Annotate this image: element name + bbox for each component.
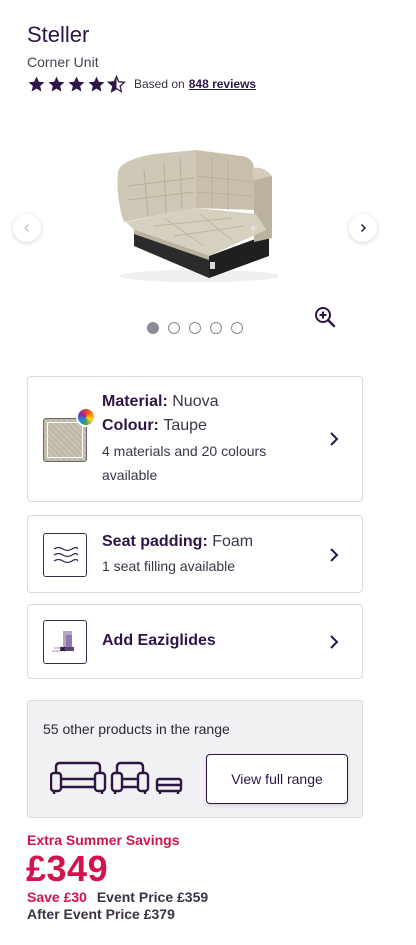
- product-title: Steller: [27, 22, 90, 47]
- star-icon: [28, 76, 45, 92]
- colour-value: Taupe: [163, 417, 207, 434]
- rating-prefix: Based on: [134, 77, 185, 91]
- material-note-line2: available: [102, 467, 158, 483]
- carousel-dot[interactable]: [168, 322, 180, 334]
- padding-label: Seat padding:: [102, 533, 208, 550]
- eaziglides-option[interactable]: Add Eaziglides: [27, 604, 363, 679]
- carousel-prev-button[interactable]: [13, 214, 41, 242]
- product-image-carousel[interactable]: [0, 120, 416, 334]
- material-line: Material: Nuova: [102, 393, 219, 411]
- promo-label: Extra Summer Savings: [27, 832, 180, 848]
- carousel-dot[interactable]: [147, 322, 159, 334]
- carousel-next-button[interactable]: [349, 214, 377, 242]
- chevron-right-icon: [360, 223, 367, 233]
- reviews-link[interactable]: 848 reviews: [189, 77, 256, 91]
- seat-padding-option[interactable]: Seat padding: Foam 1 seat filling availa…: [27, 515, 363, 593]
- material-note-line1: 4 materials and 20 colours: [102, 443, 267, 459]
- material-label: Material:: [102, 393, 168, 410]
- carousel-dots: [147, 322, 243, 334]
- star-icon: [48, 76, 65, 92]
- savings-line: Save £30 Event Price £359: [27, 889, 208, 905]
- star-icon: [68, 76, 85, 92]
- colour-wheel-icon: [76, 407, 96, 427]
- material-colour-option[interactable]: Material: Nuova Colour: Taupe 4 material…: [27, 376, 363, 502]
- material-value: Nuova: [172, 393, 219, 410]
- chevron-right-icon: [330, 635, 339, 649]
- padding-line: Seat padding: Foam: [102, 533, 253, 551]
- zoom-in-icon[interactable]: [313, 305, 337, 329]
- star-half-icon: [107, 74, 126, 93]
- range-text: 55 other products in the range: [43, 721, 230, 737]
- chevron-left-icon: [24, 224, 29, 232]
- carousel-dot[interactable]: [210, 322, 222, 334]
- after-event-price: After Event Price £379: [27, 906, 175, 922]
- chevron-right-icon: [330, 432, 339, 446]
- rating-stars: [27, 74, 126, 94]
- save-amount: Save £30: [27, 889, 87, 905]
- carousel-dot[interactable]: [189, 322, 201, 334]
- padding-value: Foam: [212, 533, 254, 550]
- wave-layers-icon: [43, 533, 87, 577]
- current-price: £349: [26, 848, 109, 889]
- view-full-range-button[interactable]: View full range: [206, 754, 348, 804]
- star-icon: [88, 76, 105, 92]
- chevron-right-icon: [330, 548, 339, 562]
- range-panel: 55 other products in the range View full…: [27, 700, 363, 818]
- rating-row: Based on 848 reviews: [27, 73, 256, 95]
- padding-note: 1 seat filling available: [102, 558, 236, 574]
- sofa-set-icon: [50, 761, 183, 794]
- colour-line: Colour: Taupe: [102, 417, 207, 435]
- eaziglides-label: Add Eaziglides: [102, 632, 216, 649]
- colour-label: Colour:: [102, 417, 159, 434]
- eaziglides-icon: [43, 620, 87, 664]
- product-subtitle: Corner Unit: [27, 54, 99, 70]
- product-image: [117, 150, 279, 282]
- carousel-dot[interactable]: [231, 322, 243, 334]
- event-price: Event Price £359: [96, 889, 209, 905]
